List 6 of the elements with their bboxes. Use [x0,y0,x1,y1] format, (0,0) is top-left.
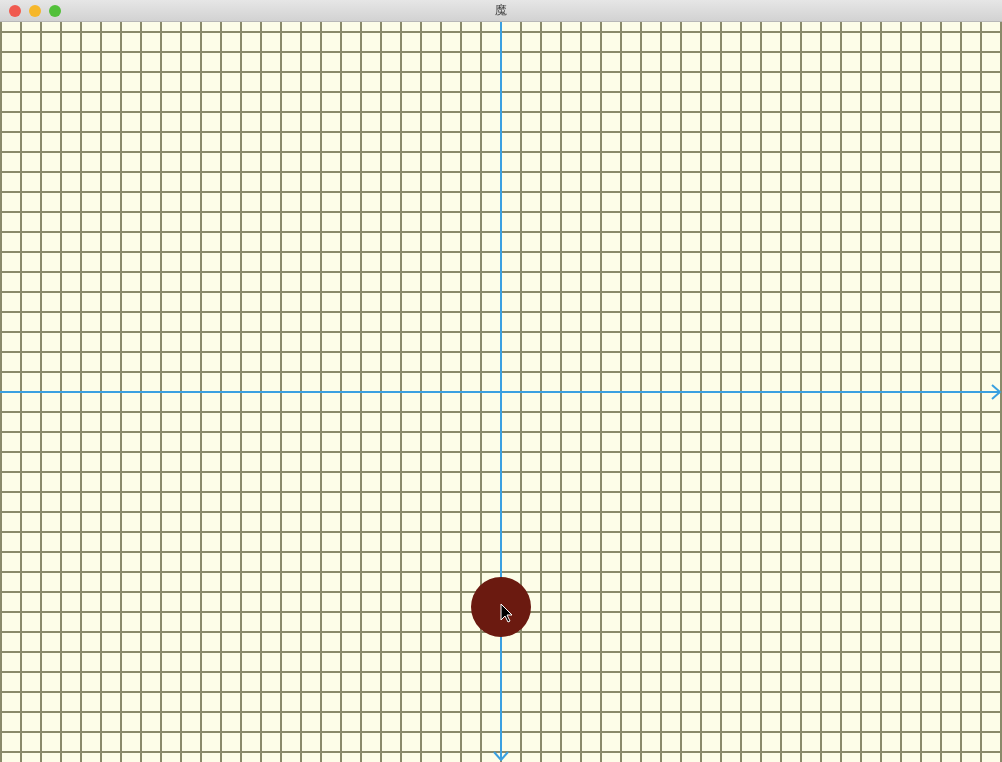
close-button[interactable] [9,5,21,17]
minimize-button[interactable] [29,5,41,17]
window-title: 魔 [495,2,507,19]
cursor-icon [500,603,513,623]
ball[interactable] [471,577,531,637]
zoom-button[interactable] [49,5,61,17]
